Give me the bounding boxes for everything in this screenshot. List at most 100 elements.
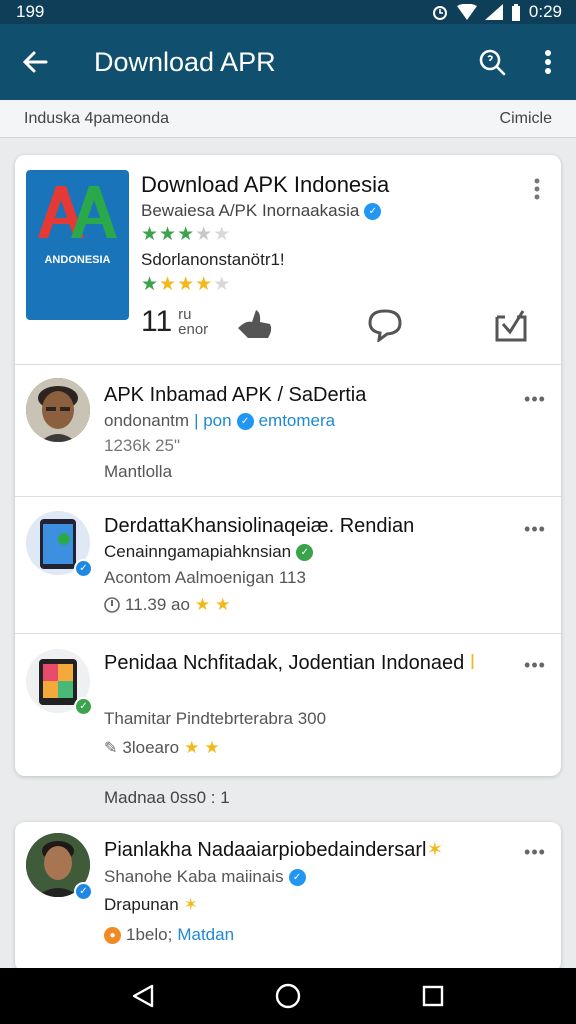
meta-text: ondonantm [104,411,190,430]
list-item-rating: ● 1belo; Matdan [104,925,234,945]
list-item-stats: 1236k 25" [104,436,180,455]
system-nav-bar [0,968,576,1024]
sub-header: Induska 4pameonda Cimicle [0,100,576,138]
star-icon: ★ [141,274,159,295]
list-item-meta: Shanohe Kaba maiinais ✓ [104,867,306,887]
star-icon: ★ [141,224,159,245]
more-options-icon[interactable]: ••• [523,653,547,677]
meta-link[interactable]: | pon [194,411,232,431]
star-icon: ★ [195,224,213,245]
list-item[interactable]: ✓ DerdattaKhansiolinaqeiæ. Rendian Cenai… [15,497,561,634]
featured-app[interactable]: ANDONESIA Download APK Indonesia Bewaies… [15,155,561,365]
list-item-subtitle: Drapunan ✶ [104,895,198,915]
spark-icon: ✶ [426,839,444,861]
title-text: Penidaa Nchfitadak, Jodentian Indonaed [104,652,465,674]
back-arrow-icon [22,51,48,73]
star-icon: ★ [215,595,231,614]
title-text: Pianlakha Nadaaiarpiobedaindersarl [104,839,427,861]
sub-header-right[interactable]: Cimicle [500,110,552,128]
featured-menu-icon[interactable] [527,177,547,203]
featured-tagline: Sdorlanonstanötr1! [141,250,285,269]
section-label: Madnaa 0ss0 : 1 [104,788,230,807]
results-card-2: ✓ Pianlakha Nadaaiarpiobedaindersarl✶ Sh… [15,822,561,972]
overflow-menu-icon [545,50,551,74]
meta-unit-2: enor [178,321,209,338]
rating-text: 3loearo [122,738,180,757]
search-icon [479,49,506,76]
star-icon: ★ [177,224,195,245]
meta-number: 11 [141,305,173,338]
nav-back-button[interactable] [113,968,173,1024]
meta-unit: ru enor [178,307,208,337]
meta-link-2[interactable]: emtomera [259,411,336,431]
badge-icon: ● [104,926,121,944]
featured-developer: Bewaiesa A/PK Inornaakasia ✓ [141,201,382,221]
meta-text: Cenainngamapiahknsian [104,542,292,561]
person-portrait-icon [26,378,90,442]
verified-icon: ✓ [296,543,314,561]
share-icon: ✎ [104,740,118,757]
rating-stars: ★ ★ ★ ★ ★ [141,225,230,244]
verified-icon: ✓ [364,202,382,220]
rating-stars-secondary: ★ ★ ★ ★ ★ [141,275,230,294]
list-item-subtitle: Acontom Aalmoenigan 113 [104,568,306,587]
overflow-menu-button[interactable] [520,24,576,100]
list-item-subtitle: Mantlolla [104,462,173,481]
verified-badge-icon: ✓ [74,559,93,578]
list-item[interactable]: ✓ Pianlakha Nadaaiarpiobedaindersarl✶ Sh… [15,822,561,972]
nav-recents-icon [423,985,444,1007]
star-icon: ★ [184,738,200,757]
nav-back-icon [132,984,153,1008]
list-item[interactable]: ✓ Penidaa Nchfitadak, Jodentian Indonaed… [15,634,561,776]
status-time-right: 0:29 [528,2,562,21]
back-button[interactable] [0,24,70,100]
star-icon: ★ [213,224,231,245]
list-item-meta: Cenainngamapiahknsian ✓ [104,542,314,562]
featured-title: Download APK Indonesia [141,172,390,197]
list-item-title: DerdattaKhansiolinaqeiæ. Rendian [104,515,415,537]
wifi-icon [456,4,477,20]
featured-meta: 11 ru enor [141,305,208,339]
developer-name: Bewaiesa A/PK Inornaakasia [141,201,360,220]
nav-home-button[interactable] [258,968,318,1024]
verified-icon: ✓ [288,868,306,886]
star-icon: ★ [177,274,195,295]
verified-badge-icon: ✓ [74,697,93,716]
search-button[interactable] [464,24,520,100]
more-options-icon[interactable]: ••• [523,517,547,541]
star-icon: ★ [204,738,220,757]
battery-icon [511,3,520,21]
spark-icon: ǀ [469,652,476,674]
results-card: ANDONESIA Download APK Indonesia Bewaies… [15,155,561,776]
star-icon: ★ [195,274,213,295]
star-icon: ★ [213,274,231,295]
nav-recents-button[interactable] [403,968,463,1024]
list-item-rating: ✎ 3loearo ★ ★ [104,738,220,758]
comment-icon [368,309,402,342]
comment-button[interactable] [365,305,405,345]
app-logo: ANDONESIA [26,170,129,320]
like-button[interactable] [235,305,275,345]
more-options-icon[interactable]: ••• [523,840,547,864]
status-bar: 199 0:29 [0,0,576,24]
avatar [26,378,90,442]
app-bar: Download APR [0,24,576,100]
rating-text: 11.39 ao [125,595,190,614]
signal-icon [484,4,503,20]
star-icon: ★ [159,224,177,245]
status-time-left: 199 [16,2,45,21]
meta-link[interactable]: Matdan [177,925,234,945]
verified-badge-icon: ✓ [74,882,93,901]
thumbs-up-icon [238,310,272,338]
list-item-rating: 11.39 ao ★ ★ [104,595,230,615]
star-icon: ★ [159,274,177,295]
sub-header-left[interactable]: Induska 4pameonda [24,110,169,128]
star-icon: ★ [194,595,211,614]
save-button[interactable] [491,305,531,345]
more-options-icon[interactable]: ••• [523,387,547,411]
meta-text: Shanohe Kaba maiinais [104,867,284,886]
spark-icon: ✶ [183,895,198,914]
save-icon [495,310,527,342]
logo-letters-icon [38,186,117,238]
list-item[interactable]: APK Inbamad APK / SaDertia ondonantm | p… [15,365,561,497]
